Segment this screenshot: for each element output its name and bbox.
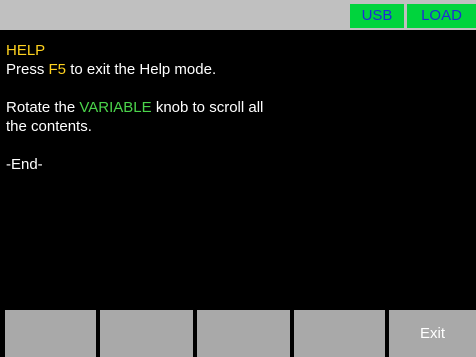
help-screen: USB LOAD HELP Press F5 to exit the Help … xyxy=(0,0,476,357)
help-line-contents: the contents. xyxy=(6,118,92,135)
softkey-f2[interactable] xyxy=(100,310,193,357)
softkey-f1[interactable] xyxy=(5,310,96,357)
help-line-rotate: Rotate the VARIABLE knob to scroll all xyxy=(6,98,466,117)
softkey-f4[interactable] xyxy=(294,310,385,357)
softkey-f3[interactable] xyxy=(197,310,290,357)
help-text: Rotate the xyxy=(6,99,80,116)
help-end-marker: -End- xyxy=(6,156,43,173)
help-text: to exit the Help mode. xyxy=(66,61,217,78)
exit-button[interactable]: Exit xyxy=(389,310,476,357)
help-content: HELP Press F5 to exit the Help mode. Rot… xyxy=(6,41,466,174)
help-title: HELP xyxy=(6,42,46,59)
usb-status-badge: USB xyxy=(350,4,404,28)
help-text: knob to scroll all xyxy=(151,99,264,116)
f5-key-label: F5 xyxy=(48,61,67,78)
help-line-exit: Press F5 to exit the Help mode. xyxy=(6,60,466,79)
softkey-bar: Exit xyxy=(0,310,476,357)
status-bar: USB LOAD xyxy=(0,0,476,30)
variable-knob-label: VARIABLE xyxy=(79,99,152,116)
help-text: Press xyxy=(6,61,49,78)
load-status-badge: LOAD xyxy=(407,4,476,28)
